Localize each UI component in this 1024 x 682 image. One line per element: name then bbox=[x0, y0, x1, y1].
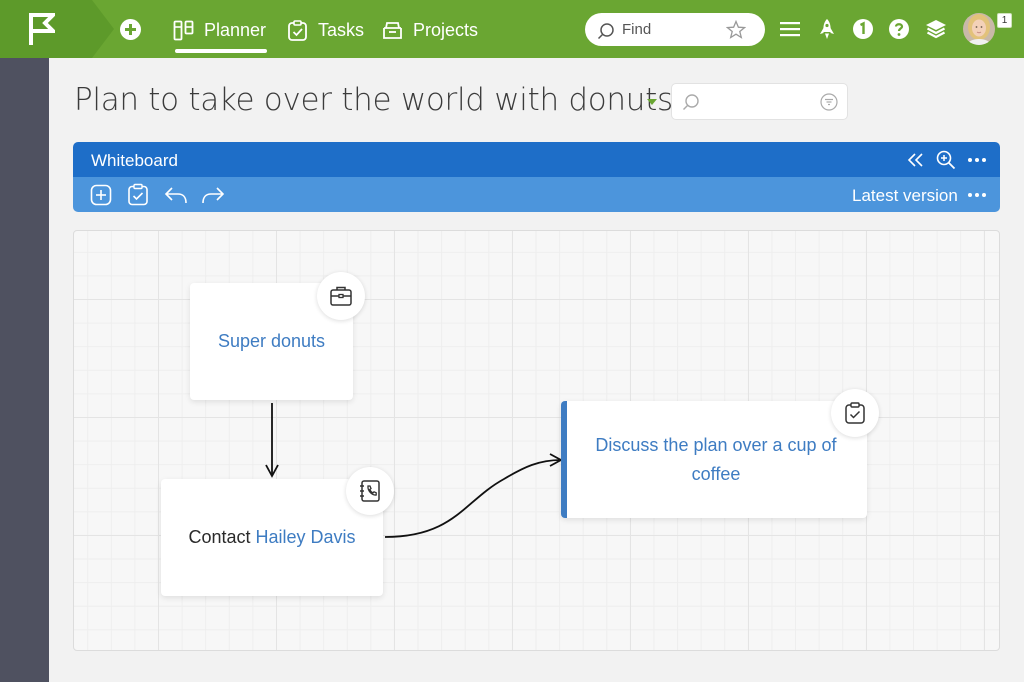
nav-projects[interactable]: Projects bbox=[382, 14, 478, 46]
redo-icon[interactable] bbox=[201, 184, 225, 206]
collapse-panel-icon[interactable] bbox=[907, 151, 925, 169]
nav-planner[interactable]: Planner bbox=[173, 14, 266, 46]
planner-icon bbox=[173, 20, 194, 40]
tasks-icon bbox=[288, 19, 307, 41]
version-more-icon[interactable] bbox=[967, 186, 987, 204]
rocket-icon[interactable] bbox=[814, 16, 840, 42]
briefcase-icon[interactable] bbox=[317, 272, 365, 320]
version-selector[interactable]: Latest version bbox=[852, 186, 958, 206]
menu-icon[interactable] bbox=[777, 16, 803, 42]
nav-tasks-label: Tasks bbox=[318, 19, 365, 40]
card-title-link[interactable]: Super donuts bbox=[218, 327, 325, 356]
zoom-in-icon[interactable] bbox=[936, 150, 956, 170]
undo-icon[interactable] bbox=[164, 184, 188, 206]
timer-icon[interactable] bbox=[850, 16, 876, 42]
nav-planner-label: Planner bbox=[204, 19, 267, 40]
top-bar: Planner Tasks Projects Find 1 bbox=[0, 0, 1024, 58]
star-favorite-icon[interactable] bbox=[726, 20, 746, 40]
card-accent-bar bbox=[561, 401, 567, 518]
whiteboard-toolbar: Latest version bbox=[73, 177, 1000, 212]
card-contact-prefix: Contact bbox=[188, 527, 256, 547]
title-dropdown-caret-icon[interactable] bbox=[647, 99, 657, 105]
nav-projects-label: Projects bbox=[413, 19, 479, 40]
card-title-link[interactable]: Discuss the plan over a cup of coffee bbox=[589, 431, 843, 489]
layers-icon[interactable] bbox=[923, 16, 949, 42]
nav-tasks[interactable]: Tasks bbox=[287, 14, 364, 46]
add-new-button[interactable] bbox=[120, 19, 141, 40]
filter-icon[interactable] bbox=[820, 93, 838, 111]
user-avatar[interactable] bbox=[963, 13, 995, 45]
notification-count-badge: 1 bbox=[997, 13, 1012, 28]
more-options-icon[interactable] bbox=[967, 151, 987, 169]
page-search-field[interactable] bbox=[671, 83, 848, 120]
left-sidebar bbox=[0, 58, 49, 682]
find-search-field[interactable]: Find bbox=[585, 13, 765, 46]
logo-arrow bbox=[92, 0, 114, 58]
page-title[interactable]: Plan to take over the world with donuts bbox=[74, 82, 673, 118]
whiteboard-title: Whiteboard bbox=[91, 151, 178, 170]
add-element-icon[interactable] bbox=[90, 184, 112, 206]
whiteboard-canvas[interactable]: Super donuts Contact Hailey Davis Discus… bbox=[73, 230, 1000, 651]
search-icon bbox=[683, 94, 699, 110]
board-card-discuss[interactable]: Discuss the plan over a cup of coffee bbox=[561, 401, 867, 518]
phone-book-icon[interactable] bbox=[346, 467, 394, 515]
nav-active-indicator bbox=[175, 49, 267, 53]
projects-icon bbox=[383, 21, 402, 39]
search-icon bbox=[597, 23, 614, 40]
find-placeholder: Find bbox=[622, 21, 652, 38]
task-clipboard-icon[interactable] bbox=[831, 389, 879, 437]
flag-logo-icon[interactable] bbox=[29, 13, 55, 45]
contact-name-link[interactable]: Hailey Davis bbox=[256, 523, 356, 552]
add-task-icon[interactable] bbox=[127, 183, 149, 206]
help-icon[interactable] bbox=[886, 16, 912, 42]
whiteboard-header: Whiteboard bbox=[73, 142, 1000, 177]
connector-arrow bbox=[384, 453, 563, 538]
